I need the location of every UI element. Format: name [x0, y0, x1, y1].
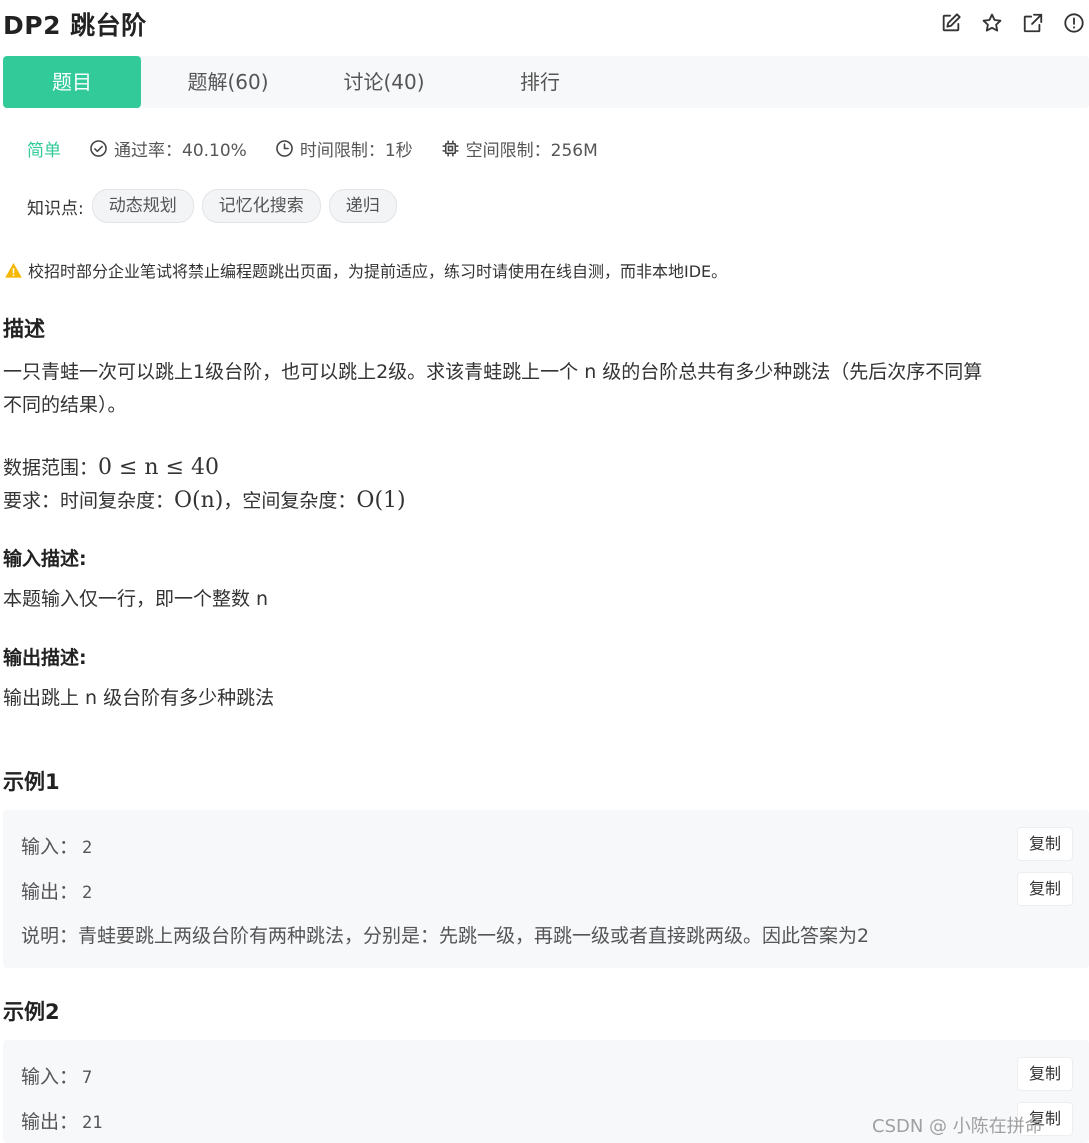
example-1-input: 输入： 2 — [21, 832, 92, 859]
output-description-text: 输出跳上 n 级台阶有多少种跳法 — [3, 687, 275, 709]
space-complexity: O(1) — [356, 488, 406, 513]
title-row: DP2 跳台阶 — [3, 4, 1089, 44]
requirement-mid: ，空间复杂度： — [223, 490, 357, 512]
tab-discussion[interactable]: 讨论(40) — [319, 56, 449, 108]
complexity-requirement: 要求：时间复杂度：O(n)，空间复杂度：O(1) — [3, 484, 406, 518]
time-complexity: O(n) — [174, 488, 224, 513]
copy-input-button[interactable]: 复制 — [1017, 827, 1073, 861]
example-1-note: 说明：青蛙要跳上两级台阶有两种跳法，分别是：先跳一级，再跳一级或者直接跳两级。因… — [21, 921, 869, 948]
input-value: 2 — [82, 838, 93, 858]
note-text: 青蛙要跳上两级台阶有两种跳法，分别是：先跳一级，再跳一级或者直接跳两级。因此答案… — [78, 925, 870, 947]
input-description-heading: 输入描述: — [3, 548, 87, 570]
output-label: 输出： — [21, 881, 79, 903]
input-label: 输入： — [21, 836, 79, 858]
note-label: 说明： — [21, 925, 79, 947]
input-value: 7 — [82, 1068, 93, 1088]
difficulty-badge: 简单 — [27, 140, 61, 161]
tag-memoized-search[interactable]: 记忆化搜索 — [201, 189, 321, 223]
tag-dynamic-programming[interactable]: 动态规划 — [91, 189, 194, 223]
copy-input-button[interactable]: 复制 — [1017, 1057, 1073, 1091]
page-title: DP2 跳台阶 — [3, 11, 147, 40]
warning-notice: 校招时部分企业笔试将禁止编程题跳出页面，为提前适应，练习时请使用在线自测，而非本… — [4, 258, 727, 282]
edit-icon[interactable] — [940, 12, 962, 34]
pass-rate-text: 通过率：40.10% — [114, 140, 247, 161]
example-2-input: 输入： 7 — [21, 1062, 92, 1089]
tag-recursion[interactable]: 递归 — [328, 189, 397, 223]
chip-icon — [442, 140, 459, 156]
data-range: 数据范围：0 ≤ n ≤ 40 — [3, 451, 219, 485]
warning-text: 校招时部分企业笔试将禁止编程题跳出页面，为提前适应，练习时请使用在线自测，而非本… — [28, 262, 728, 281]
report-icon[interactable] — [1063, 12, 1085, 34]
data-range-math: 0 ≤ n ≤ 40 — [98, 455, 220, 480]
output-value: 21 — [82, 1113, 103, 1133]
csdn-watermark: CSDN @ 小陈在拼命 — [872, 1116, 1043, 1137]
space-limit: 空间限制：256M — [441, 136, 598, 161]
pass-rate: 通过率：40.10% — [89, 136, 247, 161]
example-2-heading: 示例2 — [3, 1000, 60, 1024]
output-label: 输出： — [21, 1111, 79, 1133]
output-description-heading: 输出描述: — [3, 647, 87, 669]
problem-meta: 简单 通过率：40.10% 时间限制：1秒 空间限制：256M — [27, 134, 626, 162]
tab-bar: 题目 题解(60) 讨论(40) 排行 — [3, 56, 1089, 108]
description-line-1: 一只青蛙一次可以跳上1级台阶，也可以跳上2级。求该青蛙跳上一个 n 级的台阶总共… — [3, 361, 983, 383]
title-actions — [940, 12, 1085, 34]
requirement-label: 要求：时间复杂度： — [3, 490, 175, 512]
description-heading: 描述 — [3, 317, 45, 341]
tab-solutions[interactable]: 题解(60) — [163, 56, 293, 108]
knowledge-label: 知识点: — [27, 198, 84, 219]
copy-output-button[interactable]: 复制 — [1017, 872, 1073, 906]
description-line-2: 不同的结果）。 — [3, 394, 127, 416]
knowledge-points: 知识点: 动态规划 记忆化搜索 递归 — [27, 189, 397, 223]
space-limit-text: 空间限制：256M — [465, 140, 598, 161]
clock-icon — [276, 139, 293, 157]
input-label: 输入： — [21, 1066, 79, 1088]
input-description-text: 本题输入仅一行，即一个整数 n — [3, 588, 269, 610]
tab-ranking[interactable]: 排行 — [485, 56, 595, 108]
time-limit-text: 时间限制：1秒 — [299, 140, 413, 161]
example-1-output: 输出： 2 — [21, 877, 92, 904]
example-1-panel: 输入： 2 复制 输出： 2 复制 说明：青蛙要跳上两级台阶有两种跳法，分别是：先跳… — [3, 810, 1089, 968]
star-icon[interactable] — [981, 12, 1003, 34]
output-value: 2 — [82, 883, 93, 903]
external-link-icon[interactable] — [1022, 12, 1044, 34]
warning-icon — [5, 262, 22, 278]
data-range-label: 数据范围： — [3, 457, 99, 479]
time-limit: 时间限制：1秒 — [275, 136, 413, 161]
example-2-output: 输出： 21 — [21, 1107, 103, 1134]
tab-problem[interactable]: 题目 — [3, 56, 141, 108]
example-1-heading: 示例1 — [3, 770, 60, 794]
check-circle-icon — [90, 139, 107, 157]
